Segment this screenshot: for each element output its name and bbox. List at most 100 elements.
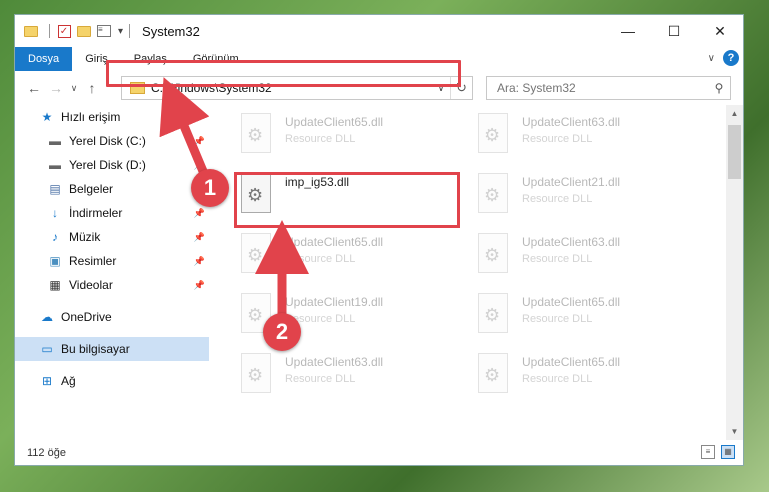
search-icon[interactable]: ⚲ (708, 81, 730, 95)
sidebar-item-this-pc[interactable]: ▭ Bu bilgisayar (15, 337, 209, 361)
file-item[interactable]: ⚙ UpdateClient63.dll Resource DLL (468, 225, 698, 285)
sidebar-item-pictures[interactable]: ▣ Resimler 📌 (15, 249, 209, 273)
file-item[interactable]: ⚙ UpdateClient65.dll Resource DLL (231, 105, 461, 165)
dll-file-icon: ⚙ (239, 353, 275, 397)
pin-icon[interactable]: 📌 (194, 136, 205, 147)
refresh-icon[interactable]: ↻ (450, 77, 472, 99)
scroll-down-icon[interactable]: ▼ (726, 423, 743, 440)
file-item[interactable]: ⚙ UpdateClient21.dll Resource DLL (468, 165, 698, 225)
file-item[interactable]: ⚙ UpdateClient65.dll Resource DLL (468, 285, 698, 345)
forward-arrow-icon[interactable]: → (45, 80, 67, 96)
pin-icon[interactable]: 📌 (194, 256, 205, 267)
sidebar-item-onedrive[interactable]: ☁ OneDrive (15, 305, 209, 329)
sidebar-item-disk-c[interactable]: ▬ Yerel Disk (C:) 📌 (15, 129, 209, 153)
tab-file[interactable]: Dosya (15, 47, 73, 71)
pin-icon[interactable]: 📌 (194, 280, 205, 291)
file-type: Resource DLL (522, 373, 593, 385)
dll-file-icon: ⚙ (476, 353, 512, 397)
help-icon[interactable]: ? (723, 50, 739, 66)
main-area: ★ Hızlı erişim ▬ Yerel Disk (C:) 📌 ▬ Yer… (15, 105, 743, 440)
tiles-view-icon[interactable]: ▦ (721, 445, 735, 459)
explorer-window: ✓ ≡ ▾ System32 — ☐ ✕ Dosya Giriş Paylaş … (14, 14, 744, 466)
address-bar[interactable]: C:\Windows\System32 ∨ ↻ (121, 76, 473, 100)
file-type: Resource DLL (522, 133, 593, 145)
tab-home[interactable]: Giriş (72, 47, 121, 71)
sidebar-item-label: Bu bilgisayar (61, 342, 130, 356)
properties-check-icon[interactable]: ✓ (56, 23, 72, 39)
step-1-badge: 1 (191, 169, 229, 207)
expand-ribbon-icon[interactable]: ∨ (708, 53, 715, 64)
star-icon: ★ (41, 110, 53, 124)
maximize-button[interactable]: ☐ (651, 15, 697, 47)
recent-dropdown-icon[interactable]: ∨ (67, 83, 81, 94)
download-icon: ↓ (52, 206, 58, 220)
music-icon: ♪ (52, 230, 58, 244)
sidebar-item-documents[interactable]: ▤ Belgeler 📌 (15, 177, 209, 201)
scrollbar-thumb[interactable] (728, 125, 741, 179)
file-name: UpdateClient63.dll (285, 355, 384, 369)
sidebar-item-downloads[interactable]: ↓ İndirmeler 📌 (15, 201, 209, 225)
folder-icon (130, 82, 145, 94)
dll-file-icon: ⚙ (476, 113, 512, 157)
file-name: imp_ig53.dll (285, 175, 350, 189)
file-item[interactable]: ⚙ UpdateClient63.dll Resource DLL (231, 345, 461, 405)
search-input[interactable] (497, 81, 708, 95)
vertical-scrollbar[interactable]: ▲ ▼ (726, 105, 743, 440)
new-folder-icon[interactable] (76, 23, 92, 39)
separator (129, 24, 131, 38)
file-name: UpdateClient19.dll (285, 295, 384, 309)
file-name: UpdateClient65.dll (285, 235, 384, 249)
up-arrow-icon[interactable]: ↑ (81, 80, 103, 96)
scroll-up-icon[interactable]: ▲ (726, 105, 743, 122)
close-button[interactable]: ✕ (697, 15, 743, 47)
sidebar-item-label: Müzik (69, 230, 101, 244)
pin-icon[interactable]: 📌 (194, 160, 205, 171)
customize-list-icon[interactable]: ≡ (96, 23, 112, 39)
sidebar-item-label: Ağ (61, 374, 76, 388)
drive-icon: ▬ (49, 158, 61, 172)
address-path[interactable]: C:\Windows\System32 (151, 81, 432, 95)
file-item[interactable]: ⚙ UpdateClient65.dll Resource DLL (468, 345, 698, 405)
item-count: 112 öğe (27, 446, 66, 459)
sidebar-item-label: Yerel Disk (C:) (69, 134, 146, 148)
sidebar-item-label: İndirmeler (69, 206, 123, 220)
qa-dropdown-icon[interactable]: ▾ (118, 26, 123, 37)
file-item[interactable]: ⚙ UpdateClient63.dll Resource DLL (468, 105, 698, 165)
sidebar-item-network[interactable]: ⊞ Ağ (15, 369, 209, 393)
pin-icon[interactable]: 📌 (194, 208, 205, 219)
sidebar-item-label: Videolar (69, 278, 113, 292)
file-item[interactable]: ⚙ UpdateClient65.dll Resource DLL (231, 225, 461, 285)
sidebar-item-disk-d[interactable]: ▬ Yerel Disk (D:) 📌 (15, 153, 209, 177)
status-bar: 112 öğe ≡ ▦ (15, 440, 743, 465)
navigation-pane: ★ Hızlı erişim ▬ Yerel Disk (C:) 📌 ▬ Yer… (15, 105, 209, 440)
file-type: Resource DLL (522, 313, 593, 325)
file-name: UpdateClient65.dll (285, 115, 384, 129)
details-view-icon[interactable]: ≡ (701, 445, 715, 459)
file-name: UpdateClient21.dll (522, 175, 621, 189)
drive-icon: ▬ (49, 134, 61, 148)
file-type: Resource DLL (285, 133, 356, 145)
pin-icon[interactable]: 📌 (194, 232, 205, 243)
tab-view[interactable]: Görünüm (180, 47, 252, 71)
tab-share[interactable]: Paylaş (121, 47, 180, 71)
dll-file-icon: ⚙ (476, 233, 512, 277)
videos-icon: ▦ (49, 278, 61, 292)
separator (49, 24, 50, 38)
address-dropdown-icon[interactable]: ∨ (432, 83, 450, 94)
dll-file-icon: ⚙ (239, 173, 275, 217)
sidebar-item-label: OneDrive (61, 310, 112, 324)
sidebar-item-quick-access[interactable]: ★ Hızlı erişim (15, 105, 209, 129)
file-type: Resource DLL (522, 193, 593, 205)
sidebar-item-label: Belgeler (69, 182, 114, 196)
file-name: UpdateClient65.dll (522, 295, 621, 309)
minimize-button[interactable]: — (605, 15, 651, 47)
file-type: Resource DLL (522, 253, 593, 265)
sidebar-item-videos[interactable]: ▦ Videolar 📌 (15, 273, 209, 297)
search-box[interactable]: ⚲ (486, 76, 731, 100)
file-type: Resource DLL (285, 253, 356, 265)
file-type: Resource DLL (285, 373, 356, 385)
back-arrow-icon[interactable]: ← (23, 80, 45, 96)
file-item-imp-ig53[interactable]: ⚙ imp_ig53.dll (231, 165, 461, 225)
sidebar-item-music[interactable]: ♪ Müzik 📌 (15, 225, 209, 249)
file-name: UpdateClient63.dll (522, 115, 621, 129)
